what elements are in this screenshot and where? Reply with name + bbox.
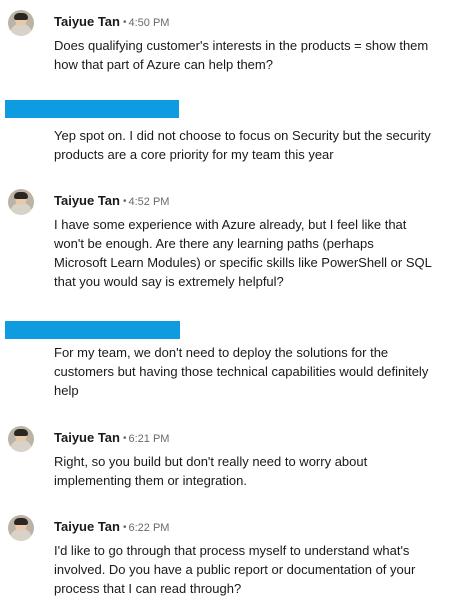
message-line: how that part of Azure can help them? bbox=[54, 57, 273, 72]
sender-name[interactable]: Taiyue Tan bbox=[54, 430, 120, 445]
message-line: Microsoft Learn Modules) or specific ski… bbox=[54, 255, 432, 270]
message-line: I have some experience with Azure alread… bbox=[54, 217, 407, 232]
message-item: Taiyue Tan • 6:21 PM Right, so you build b… bbox=[0, 426, 470, 496]
message-line: help bbox=[54, 383, 79, 398]
message-header: Taiyue Tan • 4:52 PM bbox=[54, 193, 169, 211]
message-item: Taiyue Tan • 6:22 PM I'd like to go throug… bbox=[0, 515, 470, 603]
separator-dot: • bbox=[122, 17, 127, 28]
message-item: Taiyue Tan • 4:50 PM Does qualifying custo… bbox=[0, 10, 470, 80]
timestamp: 4:52 PM bbox=[128, 196, 170, 208]
separator-dot: • bbox=[122, 522, 127, 533]
message-line: Yep spot on. I did not choose to focus o… bbox=[54, 128, 431, 143]
timestamp: 6:22 PM bbox=[128, 522, 170, 534]
sender-name[interactable]: Taiyue Tan bbox=[54, 519, 120, 534]
message-body: For my team, we don't need to deploy the… bbox=[54, 343, 464, 400]
message-body: Yep spot on. I did not choose to focus o… bbox=[54, 126, 464, 164]
message-thread: Taiyue Tan • 4:50 PM Does qualifying custo… bbox=[0, 0, 470, 606]
message-line: won't be enough. Are there any learning … bbox=[54, 236, 374, 251]
sender-name[interactable]: Taiyue Tan bbox=[54, 14, 120, 29]
message-line: that you would say is extremely helpful? bbox=[54, 274, 284, 289]
redacted-sender bbox=[5, 100, 179, 118]
message-line: customers but having those technical cap… bbox=[54, 364, 429, 379]
message-line: Does qualifying customer's interests in … bbox=[54, 38, 429, 53]
message-line: process that I can read through? bbox=[54, 581, 242, 596]
message-line: Right, so you build but don't really nee… bbox=[54, 454, 368, 469]
message-line: implementing them or integration. bbox=[54, 473, 247, 488]
redacted-sender bbox=[5, 321, 180, 339]
avatar[interactable] bbox=[8, 189, 34, 215]
message-header: Taiyue Tan • 4:50 PM bbox=[54, 14, 169, 32]
message-body: I'd like to go through that process myse… bbox=[54, 541, 464, 598]
avatar[interactable] bbox=[8, 515, 34, 541]
message-header: Taiyue Tan • 6:22 PM bbox=[54, 519, 169, 537]
separator-dot: • bbox=[122, 196, 127, 207]
separator-dot: • bbox=[122, 433, 127, 444]
timestamp: 4:50 PM bbox=[128, 17, 170, 29]
message-item: Taiyue Tan • 4:52 PM I have some experienc… bbox=[0, 189, 470, 299]
message-body: Right, so you build but don't really nee… bbox=[54, 452, 464, 490]
sender-name[interactable]: Taiyue Tan bbox=[54, 193, 120, 208]
message-body: I have some experience with Azure alread… bbox=[54, 215, 464, 291]
message-item: Yep spot on. I did not choose to focus o… bbox=[0, 100, 470, 166]
message-line: I'd like to go through that process myse… bbox=[54, 543, 410, 558]
avatar[interactable] bbox=[8, 10, 34, 36]
message-line: products are a core priority for my team… bbox=[54, 147, 334, 162]
message-line: involved. Do you have a public report or… bbox=[54, 562, 416, 577]
timestamp: 6:21 PM bbox=[128, 433, 170, 445]
message-body: Does qualifying customer's interests in … bbox=[54, 36, 464, 74]
avatar[interactable] bbox=[8, 426, 34, 452]
message-item: For my team, we don't need to deploy the… bbox=[0, 321, 470, 405]
message-line: For my team, we don't need to deploy the… bbox=[54, 345, 389, 360]
message-header: Taiyue Tan • 6:21 PM bbox=[54, 430, 169, 448]
